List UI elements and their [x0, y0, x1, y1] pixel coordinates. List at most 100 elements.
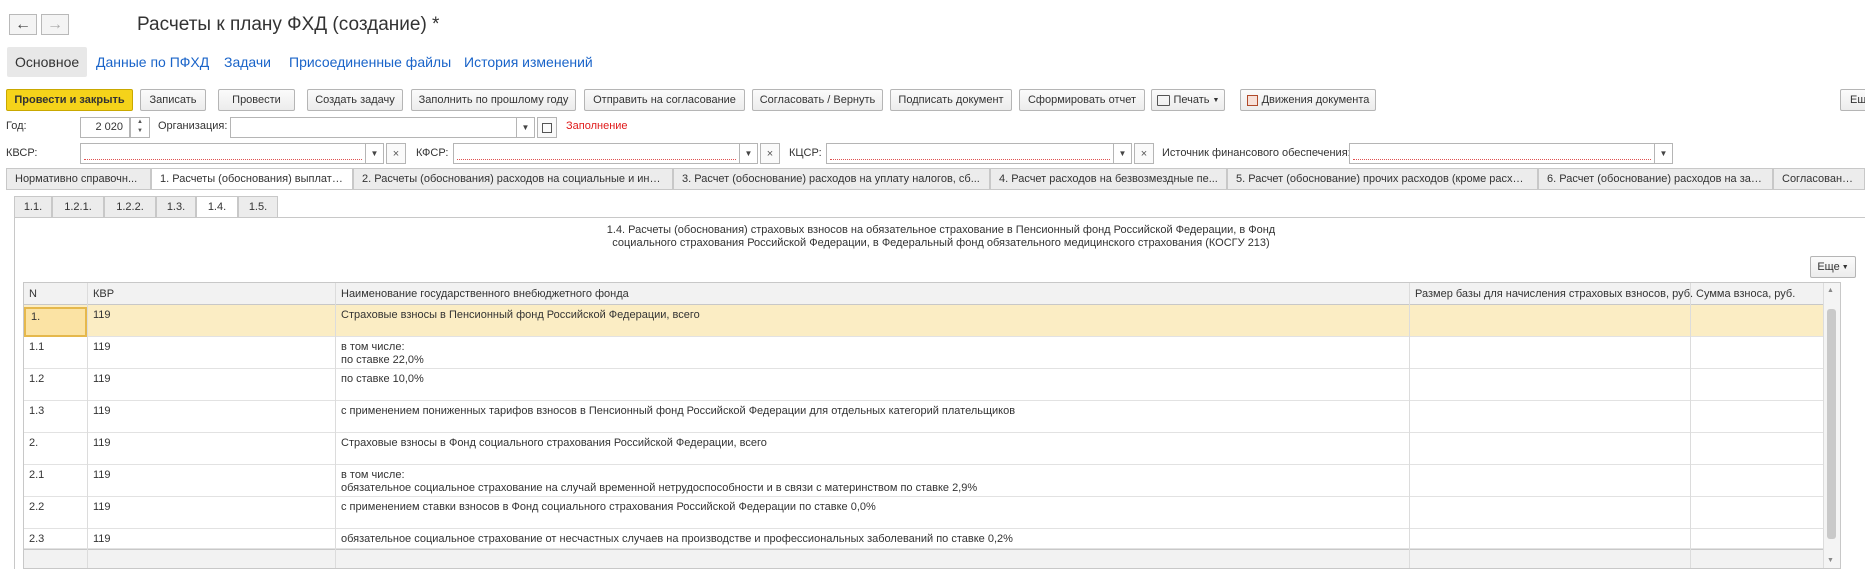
cell-n[interactable]: 1.3: [24, 403, 49, 420]
tab-section-6[interactable]: 6. Расчет (обоснование) расходов на зак.…: [1538, 168, 1773, 189]
send-approval-button[interactable]: Отправить на согласование: [584, 89, 745, 111]
cell-kvr[interactable]: 119: [88, 435, 116, 452]
more-actions-button[interactable]: Ещ: [1840, 89, 1865, 111]
scroll-down-icon[interactable]: ▼: [1827, 557, 1834, 564]
year-label: Год:: [6, 120, 27, 132]
post-button[interactable]: Провести: [218, 89, 295, 111]
kcsr-field[interactable]: [826, 143, 1114, 164]
cell-kvr[interactable]: 119: [88, 371, 116, 388]
cell-fund-name[interactable]: с применением ставки взносов в Фонд соци…: [336, 499, 881, 516]
year-field[interactable]: 2 020: [80, 117, 130, 138]
col-amount-header[interactable]: Сумма взноса, руб.: [1691, 286, 1800, 303]
kfsr-field[interactable]: [453, 143, 740, 164]
funding-source-field[interactable]: [1349, 143, 1655, 164]
table-scrollbar[interactable]: ▲ ▼: [1823, 283, 1840, 568]
tab-section-5[interactable]: 5. Расчет (обоснование) прочих расходов …: [1227, 168, 1538, 189]
table-row[interactable]: 2. 119 Страховые взносы в Фонд социально…: [24, 433, 1824, 465]
kfsr-dropdown[interactable]: ▼: [740, 143, 758, 164]
tab-section-1[interactable]: 1. Расчеты (обоснования) выплат п...: [151, 168, 353, 190]
print-button[interactable]: Печать ▼: [1151, 89, 1225, 111]
generate-report-button[interactable]: Сформировать отчет: [1019, 89, 1145, 111]
organization-field[interactable]: [230, 117, 517, 138]
tab-reference[interactable]: Нормативно справочн...: [6, 168, 151, 189]
tab-section-2[interactable]: 2. Расчеты (обоснования) расходов на соц…: [353, 168, 673, 189]
cell-fund-name[interactable]: в том числе: по ставке 22,0%: [336, 339, 429, 369]
cell-kvr[interactable]: 119: [88, 499, 116, 516]
subtab-1-2-2[interactable]: 1.2.2.: [104, 196, 156, 217]
kcsr-clear-button[interactable]: ×: [1134, 143, 1154, 164]
table-row[interactable]: 2.3 119 обязательное социальное страхова…: [24, 529, 1824, 549]
insurance-table: N КВР Наименование государственного внеб…: [23, 282, 1841, 569]
tab-main[interactable]: Основное: [7, 47, 88, 77]
cell-n[interactable]: 1.1: [24, 339, 49, 356]
tab-pfhd-data[interactable]: Данные по ПФХД: [96, 47, 209, 77]
subtab-1-3[interactable]: 1.3.: [156, 196, 196, 217]
cell-fund-name[interactable]: с применением пониженных тарифов взносов…: [336, 403, 1020, 420]
organization-open-button[interactable]: [537, 117, 557, 138]
arrow-left-icon: ←: [15, 15, 31, 33]
approve-return-button[interactable]: Согласовать / Вернуть: [752, 89, 883, 111]
tab-tasks[interactable]: Задачи: [224, 47, 271, 77]
cell-n[interactable]: 1.: [24, 307, 87, 337]
scrollbar-thumb[interactable]: [1827, 309, 1836, 539]
create-task-button[interactable]: Создать задачу: [307, 89, 403, 111]
organization-dropdown[interactable]: ▼: [517, 117, 535, 138]
table-row[interactable]: 1.2 119 по ставке 10,0%: [24, 369, 1824, 401]
tab-attached-files[interactable]: Присоединенные файлы: [289, 47, 451, 77]
page-title: Расчеты к плану ФХД (создание) *: [137, 14, 440, 35]
cell-n[interactable]: 1.2: [24, 371, 49, 388]
table-row[interactable]: 1. 119 Страховые взносы в Пенсионный фон…: [24, 305, 1824, 337]
cell-fund-name[interactable]: Страховые взносы в Пенсионный фонд Росси…: [336, 307, 705, 324]
open-window-icon: [542, 122, 552, 133]
tab-approved[interactable]: Согласован поль...: [1773, 168, 1865, 189]
subtab-1-5[interactable]: 1.5.: [238, 196, 278, 217]
table-more-button[interactable]: Еще ▼: [1810, 256, 1856, 278]
table-row[interactable]: 1.1 119 в том числе: по ставке 22,0%: [24, 337, 1824, 369]
document-movements-button[interactable]: Движения документа: [1240, 89, 1376, 111]
save-button[interactable]: Записать: [140, 89, 206, 111]
cell-fund-name[interactable]: обязательное социальное страхование от н…: [336, 531, 1018, 548]
cell-kvr[interactable]: 119: [88, 531, 116, 548]
post-and-close-button[interactable]: Провести и закрыть: [6, 89, 133, 111]
col-fund-name-header[interactable]: Наименование государственного внебюджетн…: [336, 286, 634, 303]
printer-icon: [1156, 94, 1170, 106]
kvsr-dropdown[interactable]: ▼: [366, 143, 384, 164]
kvsr-clear-button[interactable]: ×: [386, 143, 406, 164]
back-button[interactable]: ←: [9, 14, 37, 35]
scroll-up-icon[interactable]: ▲: [1827, 287, 1834, 294]
cell-fund-name[interactable]: Страховые взносы в Фонд социального стра…: [336, 435, 772, 452]
chevron-down-icon: ▼: [370, 149, 379, 158]
table-row[interactable]: 2.2 119 с применением ставки взносов в Ф…: [24, 497, 1824, 529]
col-kvr-header[interactable]: КВР: [88, 286, 119, 303]
subtab-1-4[interactable]: 1.4.: [196, 196, 238, 218]
col-divider: [87, 283, 88, 568]
sign-document-button[interactable]: Подписать документ: [890, 89, 1012, 111]
cell-fund-name[interactable]: в том числе: обязательное социальное стра…: [336, 467, 982, 497]
tab-section-4[interactable]: 4. Расчет расходов на безвозмездные пе..…: [990, 168, 1227, 189]
cell-kvr[interactable]: 119: [88, 403, 116, 420]
subtab-1-2-1[interactable]: 1.2.1.: [52, 196, 104, 217]
year-stepper[interactable]: ▲ ▼: [130, 117, 150, 138]
kvsr-field[interactable]: [80, 143, 366, 164]
tab-section-3[interactable]: 3. Расчет (обоснование) расходов на упла…: [673, 168, 990, 189]
kfsr-clear-button[interactable]: ×: [760, 143, 780, 164]
col-base-header[interactable]: Размер базы для начисления страховых взн…: [1410, 286, 1698, 303]
kcsr-dropdown[interactable]: ▼: [1114, 143, 1132, 164]
cell-fund-name[interactable]: по ставке 10,0%: [336, 371, 429, 388]
cell-kvr[interactable]: 119: [88, 339, 116, 356]
subtab-1-1[interactable]: 1.1.: [14, 196, 52, 217]
col-n-header[interactable]: N: [24, 286, 42, 303]
cell-n[interactable]: 2.3: [24, 531, 49, 548]
chevron-down-icon: ▼: [744, 149, 753, 158]
cell-n[interactable]: 2.1: [24, 467, 49, 484]
forward-button[interactable]: →: [41, 14, 69, 35]
cell-n[interactable]: 2.2: [24, 499, 49, 516]
funding-source-dropdown[interactable]: ▼: [1655, 143, 1673, 164]
cell-kvr[interactable]: 119: [88, 307, 116, 324]
cell-n[interactable]: 2.: [24, 435, 43, 452]
fill-prev-year-button[interactable]: Заполнить по прошлому году: [411, 89, 576, 111]
table-row[interactable]: 2.1 119 в том числе: обязательное социаль…: [24, 465, 1824, 497]
table-row[interactable]: 1.3 119 с применением пониженных тарифов…: [24, 401, 1824, 433]
cell-kvr[interactable]: 119: [88, 467, 116, 484]
tab-history[interactable]: История изменений: [464, 47, 593, 77]
